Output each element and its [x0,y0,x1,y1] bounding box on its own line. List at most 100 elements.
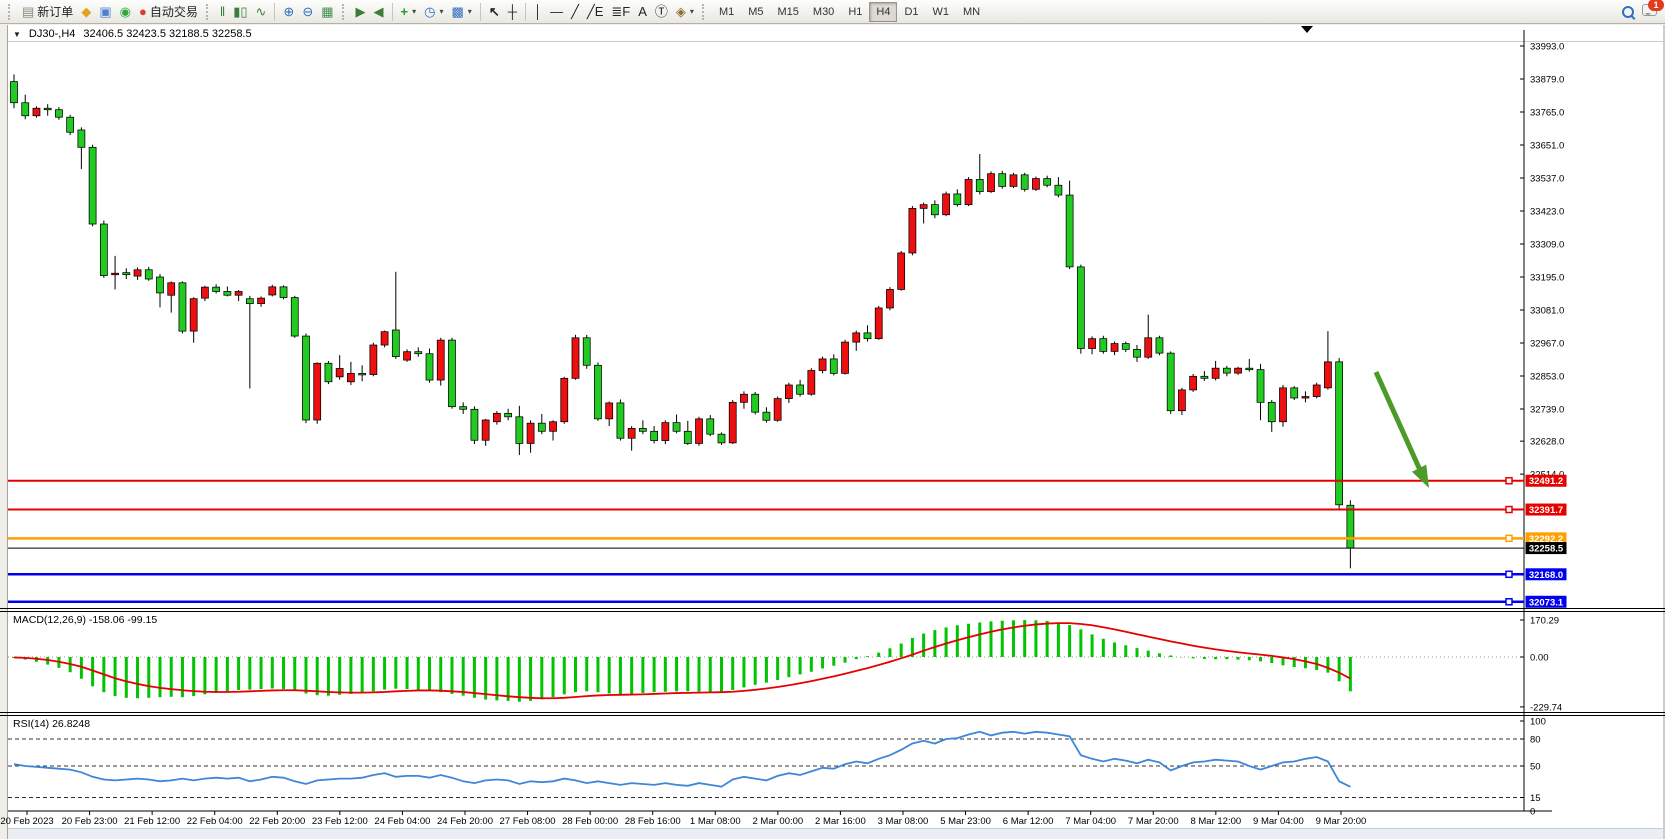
crosshair-button[interactable]: ┼ [504,2,521,22]
tile-windows-button[interactable]: ▦ [317,2,337,22]
candle-body [224,291,231,295]
svg-text:2 Mar 16:00: 2 Mar 16:00 [815,816,866,827]
text-label-button[interactable]: Ⓣ [651,2,672,22]
chart-shift-button[interactable]: ◀ [370,2,388,22]
terminal-icon: ▣ [99,2,111,22]
candle-body [594,365,601,419]
svg-text:0: 0 [1530,807,1535,818]
hline-button[interactable]: — [546,2,567,22]
candle-body [651,431,658,440]
zoom-in-button[interactable]: ⊕ [279,2,298,22]
timeframe-m1-button[interactable]: M1 [712,2,741,22]
candle-body [718,434,725,443]
svg-text:1 Mar 08:00: 1 Mar 08:00 [690,816,741,827]
svg-text:33879.0: 33879.0 [1530,75,1564,86]
timeframe-m15-button[interactable]: M15 [771,2,806,22]
tile-windows-icon: ▦ [321,2,333,22]
line-chart-button[interactable]: ∿ [252,2,271,22]
svg-text:20 Feb 23:00: 20 Feb 23:00 [62,816,118,827]
timeframe-h4-button[interactable]: H4 [869,2,897,22]
channel-button[interactable]: ╱E [583,2,608,22]
trendline-button[interactable]: ╱ [567,2,583,22]
svg-text:32258.5: 32258.5 [1529,544,1564,555]
svg-text:24 Feb 04:00: 24 Feb 04:00 [374,816,430,827]
zoom-out-icon: ⊖ [302,2,313,22]
candle-body [1324,362,1331,388]
svg-text:33993.0: 33993.0 [1530,42,1564,53]
cursor-icon: ↖ [489,2,500,22]
svg-text:0.00: 0.00 [1530,653,1549,664]
candlestick-icon: ▮▯ [233,2,247,22]
dropdown-caret-icon: ▾ [439,7,443,16]
auto-scroll-button[interactable]: ▶ [352,2,370,22]
candle-body [314,363,321,420]
svg-text:32168.0: 32168.0 [1529,570,1563,581]
chart-shift-marker [1301,26,1313,33]
svg-text:15: 15 [1530,793,1541,804]
rsi-line [14,732,1350,787]
svg-text:5 Mar 23:00: 5 Mar 23:00 [940,816,991,827]
candle-body [1089,339,1096,349]
candle-body [269,287,276,295]
candle-body [1032,179,1039,190]
toolbar-grip [342,4,348,20]
candle-body [381,332,388,345]
svg-text:32853.0: 32853.0 [1530,372,1564,383]
candle-body [1010,175,1017,187]
candle-body [134,270,141,276]
signals-button[interactable]: ◉ [116,2,135,22]
zoom-out-button[interactable]: ⊖ [298,2,317,22]
search-button[interactable] [1618,2,1638,22]
svg-text:32628.0: 32628.0 [1530,437,1564,448]
journal-button[interactable]: ◆ [77,2,95,22]
candle-body [347,373,354,381]
candle-body [617,403,624,438]
candle-chart-button[interactable]: ▮▯ [229,2,251,22]
text-button[interactable]: A [634,2,651,22]
candle-body [729,402,736,443]
periods-button[interactable]: ◷▾ [420,2,447,22]
svg-text:33195.0: 33195.0 [1530,273,1564,284]
candle-body [999,174,1006,187]
timeframe-d1-button[interactable]: D1 [897,2,925,22]
shapes-button[interactable]: ◈▾ [672,2,698,22]
candle-body [482,420,489,440]
symbol-dropdown-icon[interactable]: ▼ [13,30,21,39]
vertical-line-icon: │ [534,2,542,22]
terminal-button[interactable]: ▣ [95,2,115,22]
candle-body [662,423,669,441]
candle-body [639,428,646,431]
bar-chart-icon: ‖ [220,2,225,22]
candle-body [785,385,792,399]
candle-body [527,423,534,443]
candle-body [965,179,972,204]
indicators-button[interactable]: +▾ [397,2,421,22]
candle-body [359,373,366,375]
timeframe-h1-button[interactable]: H1 [841,2,869,22]
candle-body [168,283,175,295]
new-order-icon: ▤ [22,2,34,22]
candle-body [246,299,253,304]
candle-body [1100,339,1107,352]
cursor-button[interactable]: ↖ [485,2,504,22]
bar-chart-button[interactable]: ‖ [216,2,229,22]
autotrade-button[interactable]: ●自动交易 [135,2,202,22]
timeframe-m30-button[interactable]: M30 [806,2,841,22]
notifications-button[interactable]: 1 [1638,2,1661,22]
search-icon [1622,6,1634,18]
candle-body [696,419,703,444]
candle-body [89,147,96,224]
candle-body [112,273,119,275]
timeframe-mn-button[interactable]: MN [956,2,987,22]
candle-body [1066,195,1073,267]
fibo-button[interactable]: ≣F [607,2,634,22]
candle-body [1201,376,1208,378]
timeframe-w1-button[interactable]: W1 [926,2,957,22]
fibonacci-icon: ≣F [611,2,630,22]
timeframe-m5-button[interactable]: M5 [741,2,770,22]
new-order-button[interactable]: ▤新订单 [18,2,77,22]
templates-button[interactable]: ▩▾ [448,2,476,22]
price-chart-canvas[interactable]: 33993.033879.033765.033651.033537.033423… [0,0,1665,839]
vline-button[interactable]: │ [530,2,546,22]
candle-body [550,422,557,432]
